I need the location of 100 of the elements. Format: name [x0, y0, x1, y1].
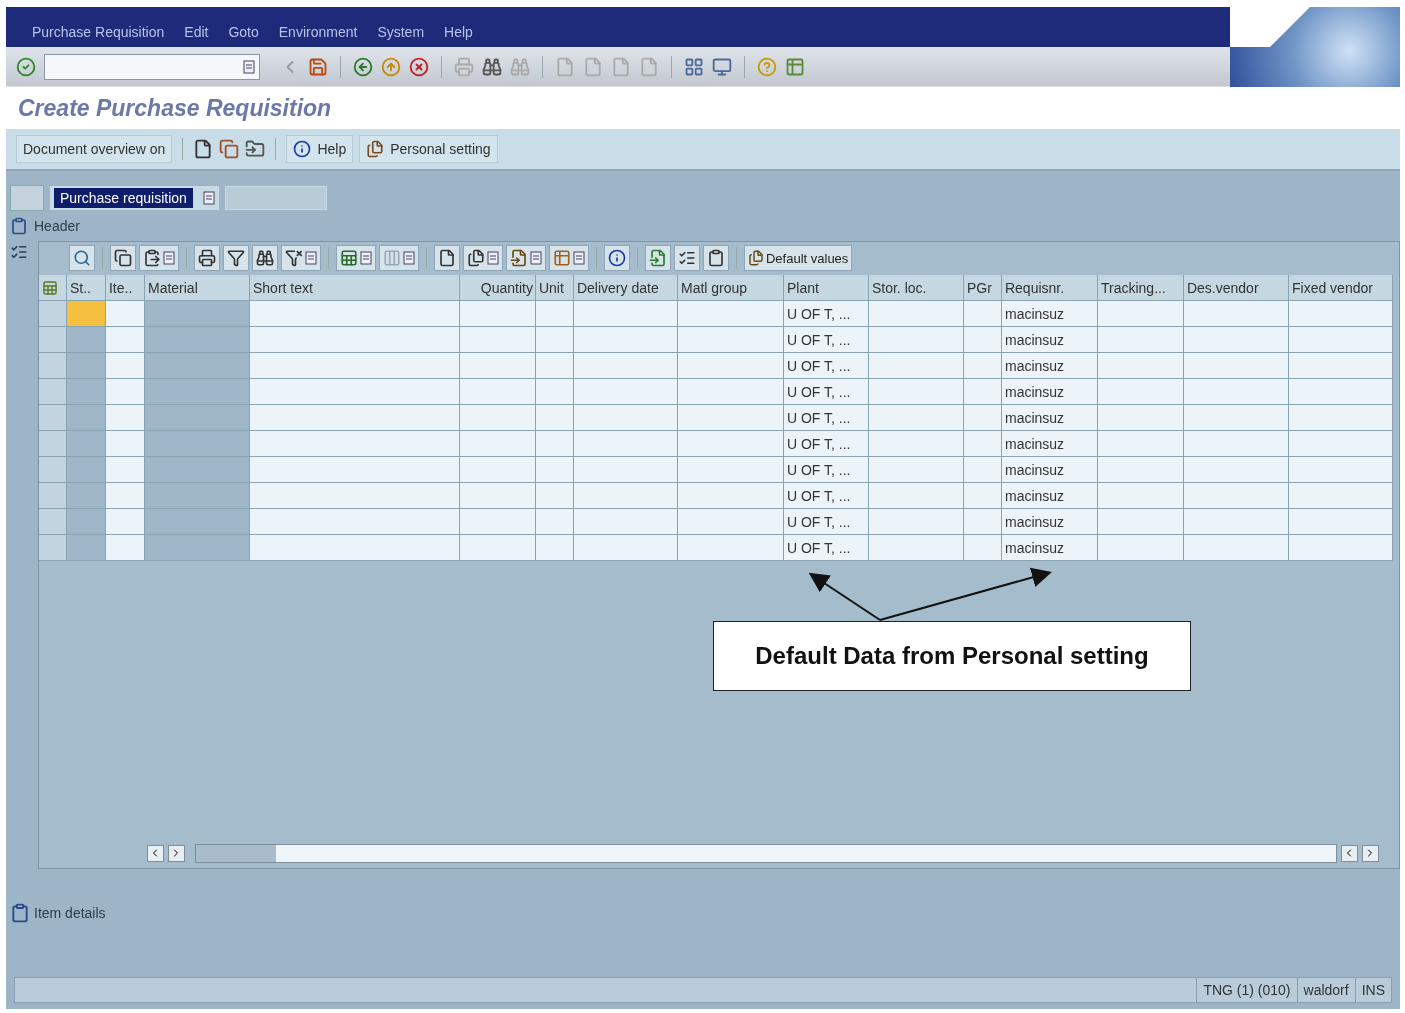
help-button[interactable]: Help — [286, 135, 354, 163]
column-header[interactable]: Des.vendor — [1183, 275, 1289, 301]
table-cell[interactable]: macinsuz — [1001, 353, 1098, 379]
column-header[interactable]: Unit — [535, 275, 574, 301]
row-selector[interactable] — [38, 405, 67, 431]
row-selector[interactable] — [38, 431, 67, 457]
table-cell[interactable]: U OF T, ... — [783, 405, 869, 431]
scroll-left-button[interactable] — [146, 844, 164, 862]
column-header[interactable]: Requisnr. — [1001, 275, 1098, 301]
table-cell[interactable]: macinsuz — [1001, 457, 1098, 483]
dropdown-icon[interactable] — [202, 191, 215, 205]
menu-item[interactable]: System — [377, 24, 425, 40]
personal-setting-button[interactable]: Personal setting — [359, 135, 498, 163]
item-details-label[interactable]: Item details — [34, 905, 106, 921]
table-cell[interactable]: U OF T, ... — [783, 353, 869, 379]
default-values-button[interactable]: Default values — [743, 245, 853, 271]
row-selector[interactable] — [38, 379, 67, 405]
column-header[interactable]: Delivery date — [573, 275, 678, 301]
columns-button[interactable] — [378, 245, 419, 271]
assign-button[interactable] — [505, 245, 546, 271]
column-header[interactable]: Short text — [249, 275, 460, 301]
dropdown-icon[interactable] — [486, 251, 499, 265]
column-header[interactable]: Fixed vendor — [1288, 275, 1393, 301]
dropdown-icon[interactable] — [304, 251, 317, 265]
paste-button[interactable] — [138, 245, 179, 271]
expand-icon[interactable] — [10, 217, 28, 235]
dropdown-icon[interactable] — [162, 251, 175, 265]
clear-filter-button[interactable] — [280, 245, 321, 271]
column-header[interactable]: Material — [144, 275, 250, 301]
find-icon[interactable] — [482, 56, 502, 77]
print-icon[interactable] — [454, 56, 474, 77]
filter-button[interactable] — [222, 245, 249, 271]
details-button[interactable] — [68, 245, 95, 271]
table-cell[interactable]: U OF T, ... — [783, 457, 869, 483]
expand-icon[interactable] — [10, 903, 30, 923]
selection-box[interactable] — [10, 185, 44, 211]
column-header[interactable]: Quantity — [459, 275, 536, 301]
print-button[interactable] — [193, 245, 220, 271]
copy-item-button[interactable] — [462, 245, 503, 271]
table-cell[interactable]: U OF T, ... — [783, 327, 869, 353]
table-cell[interactable]: macinsuz — [1001, 327, 1098, 353]
find-next-icon[interactable] — [510, 56, 530, 77]
row-selector[interactable] — [38, 483, 67, 509]
cancel-icon[interactable] — [409, 56, 429, 77]
horizontal-scrollbar[interactable] — [194, 843, 1337, 863]
help-icon[interactable] — [757, 56, 777, 77]
document-type-field[interactable]: Purchase requisition — [50, 186, 219, 210]
table-cell[interactable]: macinsuz — [1001, 405, 1098, 431]
dropdown-icon[interactable] — [402, 251, 415, 265]
info-button[interactable] — [603, 245, 630, 271]
scroll-thumb[interactable] — [195, 844, 276, 862]
table-cell[interactable]: macinsuz — [1001, 535, 1098, 561]
table-cell[interactable]: macinsuz — [1001, 431, 1098, 457]
row-selector[interactable] — [38, 509, 67, 535]
column-header[interactable]: Stor. loc. — [868, 275, 964, 301]
column-header[interactable]: PGr — [963, 275, 1002, 301]
scroll-right-button[interactable] — [1361, 844, 1379, 862]
scroll-left-button[interactable] — [1340, 844, 1358, 862]
table-cell[interactable]: macinsuz — [1001, 509, 1098, 535]
table-cell[interactable]: macinsuz — [1001, 483, 1098, 509]
save-icon[interactable] — [308, 56, 328, 77]
table-cell[interactable]: U OF T, ... — [783, 301, 869, 327]
clipboard-button[interactable] — [702, 245, 729, 271]
export-button[interactable] — [335, 245, 376, 271]
table-cell[interactable]: macinsuz — [1001, 379, 1098, 405]
scroll-right-button[interactable] — [167, 844, 185, 862]
column-header[interactable]: Ite.. — [105, 275, 145, 301]
row-selector[interactable] — [38, 353, 67, 379]
table-cell[interactable]: U OF T, ... — [783, 431, 869, 457]
table-cell[interactable]: U OF T, ... — [783, 509, 869, 535]
check-circle-icon[interactable] — [16, 56, 36, 77]
copy-icon[interactable] — [219, 139, 240, 159]
document-number-field[interactable] — [224, 186, 327, 210]
row-selector[interactable] — [38, 535, 67, 561]
column-header[interactable]: Plant — [783, 275, 869, 301]
menu-item[interactable]: Purchase Requisition — [32, 24, 165, 40]
dropdown-icon[interactable] — [359, 251, 372, 265]
table-cell[interactable]: U OF T, ... — [783, 535, 869, 561]
menu-item[interactable]: Environment — [278, 24, 358, 40]
release-button[interactable] — [644, 245, 671, 271]
copy-button[interactable] — [109, 245, 136, 271]
table-cell[interactable]: U OF T, ... — [783, 379, 869, 405]
split-button[interactable] — [548, 245, 589, 271]
table-cell[interactable]: U OF T, ... — [783, 483, 869, 509]
menu-item[interactable]: Help — [444, 24, 473, 40]
menu-item[interactable]: Edit — [184, 24, 209, 40]
document-overview-button[interactable]: Document overview on — [16, 135, 173, 163]
column-header[interactable]: Matl group — [677, 275, 784, 301]
item-overview-icon[interactable] — [10, 243, 28, 261]
dropdown-icon[interactable] — [243, 59, 255, 74]
row-selector[interactable] — [38, 457, 67, 483]
row-selector[interactable] — [38, 301, 67, 327]
select-all-cell[interactable] — [38, 275, 67, 301]
new-document-icon[interactable] — [193, 139, 214, 159]
column-header[interactable]: Tracking... — [1097, 275, 1184, 301]
check-button[interactable] — [673, 245, 700, 271]
row-selector[interactable] — [38, 327, 67, 353]
table-cell[interactable]: macinsuz — [1001, 301, 1098, 327]
column-header[interactable]: St.. — [66, 275, 106, 301]
command-field[interactable] — [44, 53, 260, 80]
